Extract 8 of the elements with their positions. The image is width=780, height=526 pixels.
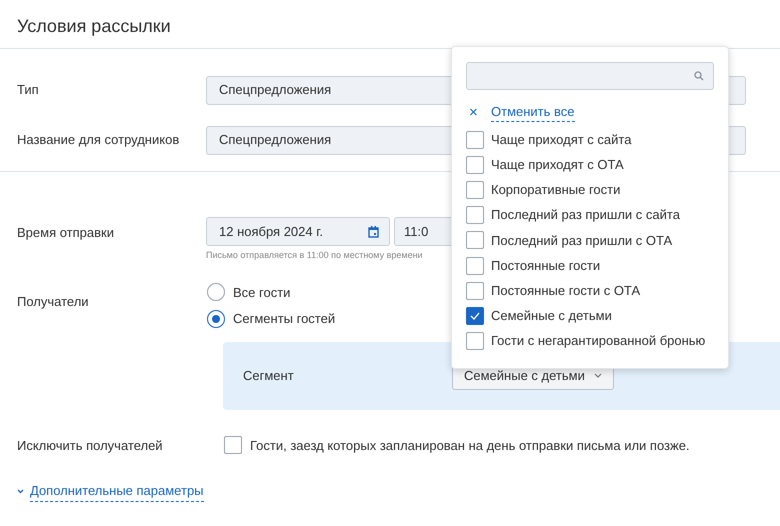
section-title: Условия рассылки (17, 16, 171, 36)
field-label: Исключить получателей (16, 436, 164, 455)
field-label: Название для сотрудников (16, 131, 180, 150)
hint-text: Письмо отправляется в 11:00 по местному времени (206, 249, 424, 262)
field-label: Получатели (16, 292, 90, 311)
field-label: Сегмент (242, 366, 295, 385)
field-label: Тип (16, 81, 40, 100)
field-label: Время отправки (16, 224, 115, 242)
